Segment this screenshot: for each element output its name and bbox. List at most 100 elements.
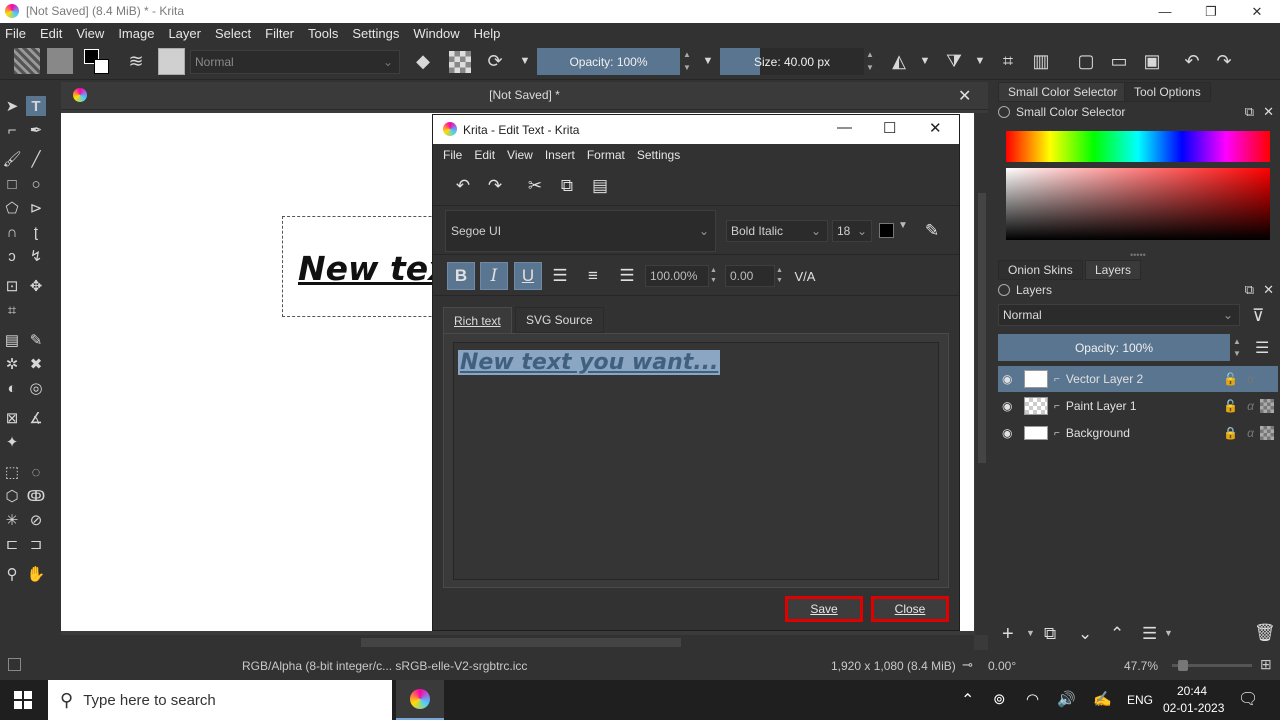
colorize-mask-tool-icon[interactable]: ✖ [26, 354, 46, 374]
hue-slider[interactable] [1006, 131, 1270, 162]
polygon-tool-icon[interactable]: ⬠ [2, 198, 22, 218]
float-panel-icon[interactable]: ⧉ [1245, 282, 1254, 298]
transform-tool-icon[interactable]: ⊡ [2, 276, 22, 296]
dialog-menu-edit[interactable]: Edit [474, 148, 495, 162]
inherit-alpha-icon[interactable] [1260, 426, 1274, 440]
enclose-fill-tool-icon[interactable]: ◎ [26, 378, 46, 398]
menu-select[interactable]: Select [215, 26, 251, 41]
dialog-menu-file[interactable]: File [443, 148, 462, 162]
align-left-icon[interactable]: ☰ [546, 262, 574, 290]
editor-text[interactable]: New text you want... [458, 350, 721, 375]
add-layer-icon[interactable]: + [1002, 623, 1014, 646]
undo-icon[interactable]: ↶ [1180, 49, 1204, 73]
freehand-select-tool-icon[interactable]: ↂ [26, 486, 46, 506]
layer-row[interactable]: ◉ ⌐ Background 🔒 α [998, 420, 1278, 446]
contiguous-select-tool-icon[interactable]: ✳ [2, 510, 22, 530]
preserve-alpha-icon[interactable] [449, 51, 471, 73]
lock-icon[interactable]: 🔓 [1223, 372, 1238, 386]
brush-preset-icon[interactable] [158, 48, 185, 75]
bold-button[interactable]: B [447, 262, 475, 290]
dialog-close-button[interactable]: ✕ [929, 119, 942, 137]
rect-select-tool-icon[interactable]: ⬚ [2, 462, 22, 482]
color-picker-tool-icon[interactable]: ✎ [26, 330, 46, 350]
menu-image[interactable]: Image [118, 26, 154, 41]
menu-view[interactable]: View [76, 26, 104, 41]
crop-icon[interactable]: ⌗ [996, 49, 1020, 73]
letter-spacing-input[interactable]: 0.00 [725, 265, 775, 287]
open-document-icon[interactable]: ▭ [1107, 49, 1131, 73]
fg-bg-color-icon[interactable] [84, 49, 110, 75]
dialog-minimize-button[interactable]: — [837, 119, 852, 136]
eyedropper-icon[interactable]: ✎ [918, 217, 946, 245]
zoom-slider-handle[interactable] [1178, 660, 1188, 671]
polyline-tool-icon[interactable]: ⊳ [26, 198, 46, 218]
vertical-scroll-thumb[interactable] [978, 193, 986, 463]
pen-icon[interactable]: ✍ [1093, 690, 1112, 708]
menu-help[interactable]: Help [474, 26, 501, 41]
clock-time[interactable]: 20:44 [1177, 684, 1207, 698]
dialog-menu-format[interactable]: Format [587, 148, 625, 162]
meet-now-icon[interactable]: ⊚ [993, 690, 1006, 708]
language-indicator[interactable]: ENG [1127, 693, 1153, 707]
horizontal-scrollbar[interactable] [61, 635, 974, 650]
calligraphy-tool-icon[interactable]: ✒ [26, 120, 46, 140]
ellipse-select-tool-icon[interactable]: ◌ [26, 462, 46, 482]
multibrush-tool-icon[interactable]: ↯ [26, 246, 46, 266]
tab-small-color-selector[interactable]: Small Color Selector [998, 82, 1128, 102]
layer-row[interactable]: ◉ ⌐ Vector Layer 2 🔓 α [998, 366, 1278, 392]
menu-filter[interactable]: Filter [265, 26, 294, 41]
line-height-input[interactable]: 100.00% [645, 265, 709, 287]
font-size-select[interactable]: 18 ⌄ [832, 220, 872, 242]
visibility-eye-icon[interactable]: ◉ [1002, 372, 1018, 386]
lock-icon[interactable]: 🔓 [1223, 399, 1238, 413]
line-tool-icon[interactable]: ╱ [26, 149, 46, 169]
menu-settings[interactable]: Settings [352, 26, 399, 41]
pan-tool-icon[interactable]: ✋ [26, 564, 46, 584]
gradient-preset-icon[interactable] [14, 48, 40, 74]
vertical-scrollbar[interactable] [975, 113, 989, 635]
inherit-alpha-icon[interactable] [1260, 399, 1274, 413]
taskbar-krita-app[interactable] [396, 680, 444, 720]
float-panel-icon[interactable]: ⧉ [1245, 104, 1254, 120]
layer-opacity-spinner[interactable]: ▲ ▼ [1233, 336, 1241, 360]
letter-spacing-spinner[interactable]: ▲ ▼ [776, 266, 783, 286]
align-right-icon[interactable]: ☰ [613, 262, 641, 290]
layer-menu-icon[interactable]: ☰ [1255, 338, 1269, 358]
eraser-icon[interactable]: ◆ [411, 49, 435, 73]
filter-icon[interactable]: ⊽ [1252, 306, 1264, 326]
brush-tool-icon[interactable]: 🖌 [2, 149, 22, 169]
menu-window[interactable]: Window [413, 26, 459, 41]
minimize-button[interactable]: — [1142, 0, 1188, 23]
tab-layers[interactable]: Layers [1085, 260, 1142, 280]
zoom-slider[interactable] [1172, 660, 1252, 671]
windows-start-icon[interactable] [14, 691, 32, 709]
line-height-spinner[interactable]: ▲ ▼ [710, 266, 717, 286]
reload-preset-icon[interactable]: ⟳ [483, 49, 507, 73]
undo-icon[interactable]: ↶ [449, 172, 477, 200]
chevron-down-icon[interactable]: ▼ [513, 49, 537, 73]
dialog-menu-insert[interactable]: Insert [545, 148, 575, 162]
chevron-down-icon[interactable]: ▼ [968, 49, 992, 73]
size-spinner[interactable]: ▲ ▼ [864, 48, 876, 75]
cut-icon[interactable]: ✂ [521, 172, 549, 200]
polygon-select-tool-icon[interactable]: ⬡ [2, 486, 22, 506]
italic-button[interactable]: I [480, 262, 508, 290]
clock-date[interactable]: 02-01-2023 [1163, 701, 1224, 715]
magnetic-select-tool-icon[interactable]: ⊐ [26, 534, 46, 554]
gradient-tool-icon[interactable]: ▤ [2, 330, 22, 350]
tab-onion-skins[interactable]: Onion Skins [998, 260, 1083, 280]
menu-edit[interactable]: Edit [40, 26, 62, 41]
layer-blend-mode-select[interactable]: Normal ⌄ [998, 304, 1240, 326]
rich-text-editor[interactable]: New text you want... [453, 342, 939, 580]
align-center-icon[interactable]: ≡ [579, 262, 607, 290]
copy-icon[interactable]: ⧉ [553, 172, 581, 200]
alpha-lock-icon[interactable]: α [1247, 399, 1254, 413]
chevron-down-icon[interactable]: ▼ [696, 49, 720, 73]
splitter-handle[interactable]: ••••• [1130, 250, 1146, 260]
taskbar-search[interactable]: ⚲ Type here to search [48, 680, 392, 720]
rotate-icon[interactable]: ⊸ [962, 657, 973, 673]
network-icon[interactable]: ◠ [1026, 690, 1039, 708]
move-tool-icon[interactable]: ✥ [26, 276, 46, 296]
lock-icon[interactable]: 🔒 [1223, 426, 1238, 440]
smart-patch-tool-icon[interactable]: ✲ [2, 354, 22, 374]
